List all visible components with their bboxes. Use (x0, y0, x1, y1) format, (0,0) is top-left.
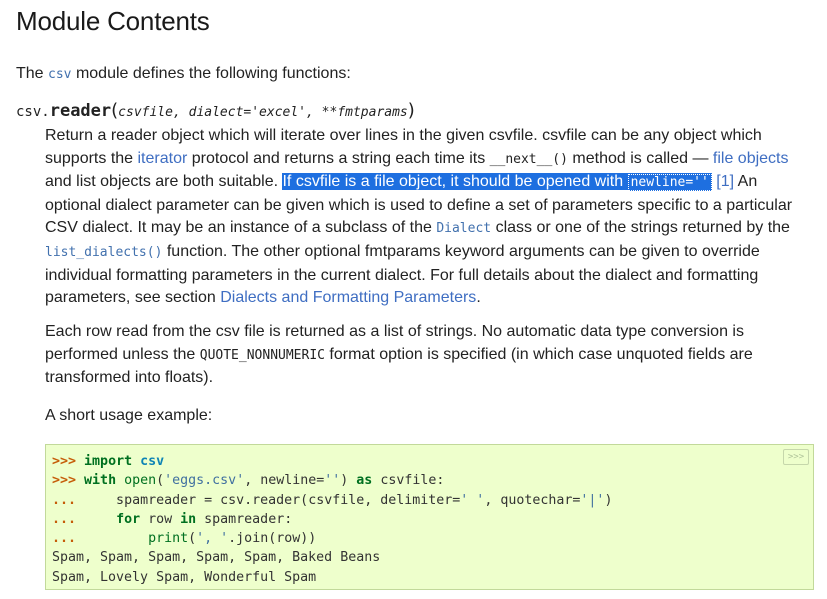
iterator-link[interactable]: iterator (138, 150, 188, 167)
code-prompt: ... (52, 492, 77, 508)
desc-line-8-text-a: parameters, see section (45, 289, 221, 307)
file-objects-link[interactable]: file objects (713, 150, 789, 167)
page-title: Module Contents (16, 6, 210, 36)
code-prompt: ... (52, 531, 77, 547)
signature-prefix: csv. (16, 104, 50, 120)
copy-prompt-toggle-button[interactable]: >>> (783, 449, 809, 465)
row-line-2: performed unless the QUOTE_NONNUMERIC fo… (45, 344, 815, 368)
footnote-1-link[interactable]: [1] (716, 173, 734, 190)
row-line-1-text: Each row read from the csv file is retur… (45, 323, 744, 340)
desc-line-1: Return a reader object which will iterat… (45, 125, 815, 148)
code-output-line: Spam, Lovely Spam, Wonderful Spam (52, 569, 317, 585)
quote-nonnumeric-code: QUOTE_NONNUMERIC (199, 347, 325, 363)
desc-line-4: optional dialect parameter can be given … (45, 195, 815, 218)
intro-text-post: module defines the following functions: (71, 65, 351, 82)
list-dialects-code[interactable]: list_dialects() (45, 245, 162, 260)
highlighted-text: If csvfile is a file object, it should b… (282, 173, 628, 191)
desc-line-5-text-b: class or one of the strings returned by … (491, 219, 790, 237)
desc-line-3: and list objects are both suitable. If c… (45, 171, 815, 195)
usage-intro-text: A short usage example: (45, 407, 213, 424)
code-line: ... print(', '.join(row)) (52, 531, 317, 547)
highlighted-newline-code: newline='' (627, 174, 712, 192)
function-signature: csv.reader(csvfile, dialect='excel', **f… (16, 100, 415, 124)
desc-line-8-text-b: . (476, 289, 481, 307)
signature-name: reader (49, 101, 112, 121)
intro-paragraph: The csv module defines the following fun… (16, 64, 351, 85)
usage-intro: A short usage example: (45, 405, 815, 428)
intro-code-csv: csv (48, 67, 72, 82)
desc-line-7-text: individual formatting parameters in the … (45, 266, 759, 284)
code-example: >>> import csv >>> with open('eggs.csv',… (52, 452, 612, 587)
code-output-line: Spam, Spam, Spam, Spam, Spam, Baked Bean… (52, 550, 381, 566)
desc-line-5: CSV dialect. It may be an instance of a … (45, 217, 815, 241)
row-line-3: transformed into floats). (45, 367, 815, 390)
desc-line-4-text: optional dialect parameter can be given … (45, 196, 793, 214)
dialect-class-code[interactable]: Dialect (436, 221, 491, 236)
code-line: ... spamreader = csv.reader(csvfile, del… (52, 492, 613, 508)
row-line-2-text-b: format option is specified (in which cas… (324, 345, 753, 363)
code-line: >>> import csv (52, 454, 165, 469)
desc-line-3-text-a: and list objects are both suitable. (45, 173, 283, 191)
desc-line-6: list_dialects() function. The other opti… (45, 241, 815, 265)
desc-line-2-text-a: supports the (45, 149, 138, 167)
desc-line-5-text-a: CSV dialect. It may be an instance of a … (45, 219, 437, 237)
code-example-block: >>> >>> import csv >>> with open('eggs.c… (45, 444, 814, 590)
desc-line-3-text-b: An (734, 173, 758, 191)
desc-line-7: individual formatting parameters in the … (45, 265, 815, 288)
highlighted-selection: If csvfile is a file object, it should b… (282, 173, 712, 192)
signature-args: csvfile, dialect='excel', **fmtparams (118, 105, 408, 120)
code-prompt: >>> (52, 454, 77, 469)
code-prompt: >>> (52, 473, 77, 489)
code-line: >>> with open('eggs.csv', newline='') as… (52, 473, 445, 489)
desc-line-2: supports the iterator protocol and retur… (45, 148, 815, 172)
desc-line-1-text: Return a reader object which will iterat… (45, 127, 762, 144)
signature-close-paren: ) (407, 100, 415, 121)
code-prompt: ... (52, 511, 77, 527)
row-line-2-text-a: performed unless the (45, 345, 200, 363)
row-line-1: Each row read from the csv file is retur… (45, 321, 815, 344)
intro-text-pre: The (16, 65, 49, 82)
dialects-formatting-link[interactable]: Dialects and Formatting Parameters (220, 289, 476, 306)
next-method-code: __next__() (489, 151, 568, 167)
code-line: ... for row in spamreader: (52, 511, 293, 527)
row-format-paragraph: Each row read from the csv file is retur… (45, 321, 815, 390)
desc-line-2-text-c: method is called — (567, 149, 713, 167)
description-paragraph: Return a reader object which will iterat… (45, 125, 815, 310)
row-line-3-text: transformed into floats). (45, 369, 214, 387)
desc-line-6-text: function. The other optional fmtparams k… (162, 242, 760, 260)
desc-line-8: parameters, see section Dialects and For… (45, 287, 815, 310)
desc-line-2-text-b: protocol and returns a string each time … (187, 149, 490, 167)
